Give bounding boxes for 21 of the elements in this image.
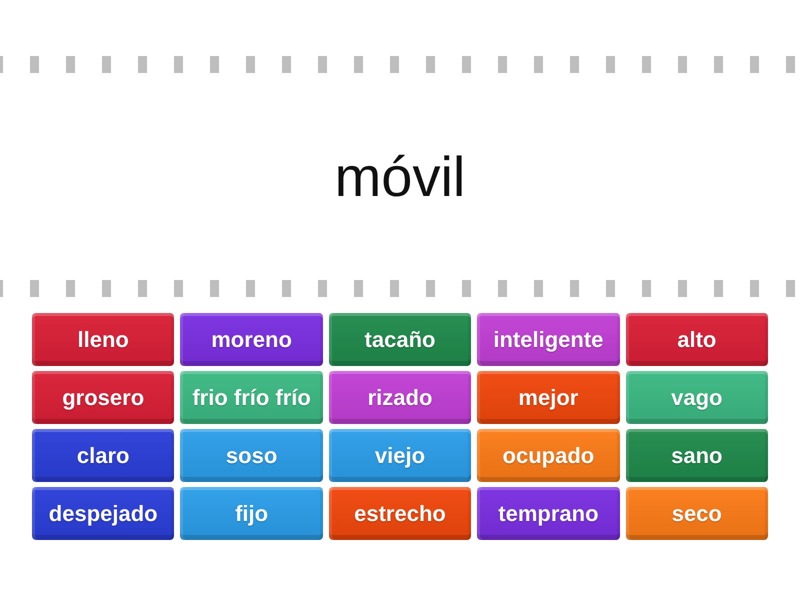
word-tile[interactable]: claro	[32, 429, 174, 482]
word-tile[interactable]: sano	[626, 429, 768, 482]
word-tile[interactable]: seco	[626, 487, 768, 540]
word-tile[interactable]: vago	[626, 371, 768, 424]
word-tile[interactable]: frio frío frío	[180, 371, 323, 424]
word-tile[interactable]: rizado	[328, 371, 472, 424]
word-tile[interactable]: moreno	[180, 313, 323, 366]
word-tile[interactable]: fijo	[180, 487, 323, 540]
prompt-word: móvil	[334, 144, 466, 210]
word-tile[interactable]: alto	[626, 313, 768, 366]
word-tile[interactable]: tacaño	[328, 313, 472, 366]
word-tile[interactable]: inteligente	[477, 313, 620, 366]
word-tile[interactable]: temprano	[477, 487, 620, 540]
word-tile[interactable]: viejo	[328, 429, 472, 482]
word-tile[interactable]: despejado	[32, 487, 174, 540]
word-tile[interactable]: lleno	[32, 313, 174, 366]
word-tile[interactable]: grosero	[32, 371, 174, 424]
word-tile[interactable]: soso	[180, 429, 323, 482]
word-tile[interactable]: ocupado	[477, 429, 620, 482]
word-tile[interactable]: mejor	[477, 371, 620, 424]
word-tile[interactable]: estrecho	[328, 487, 472, 540]
